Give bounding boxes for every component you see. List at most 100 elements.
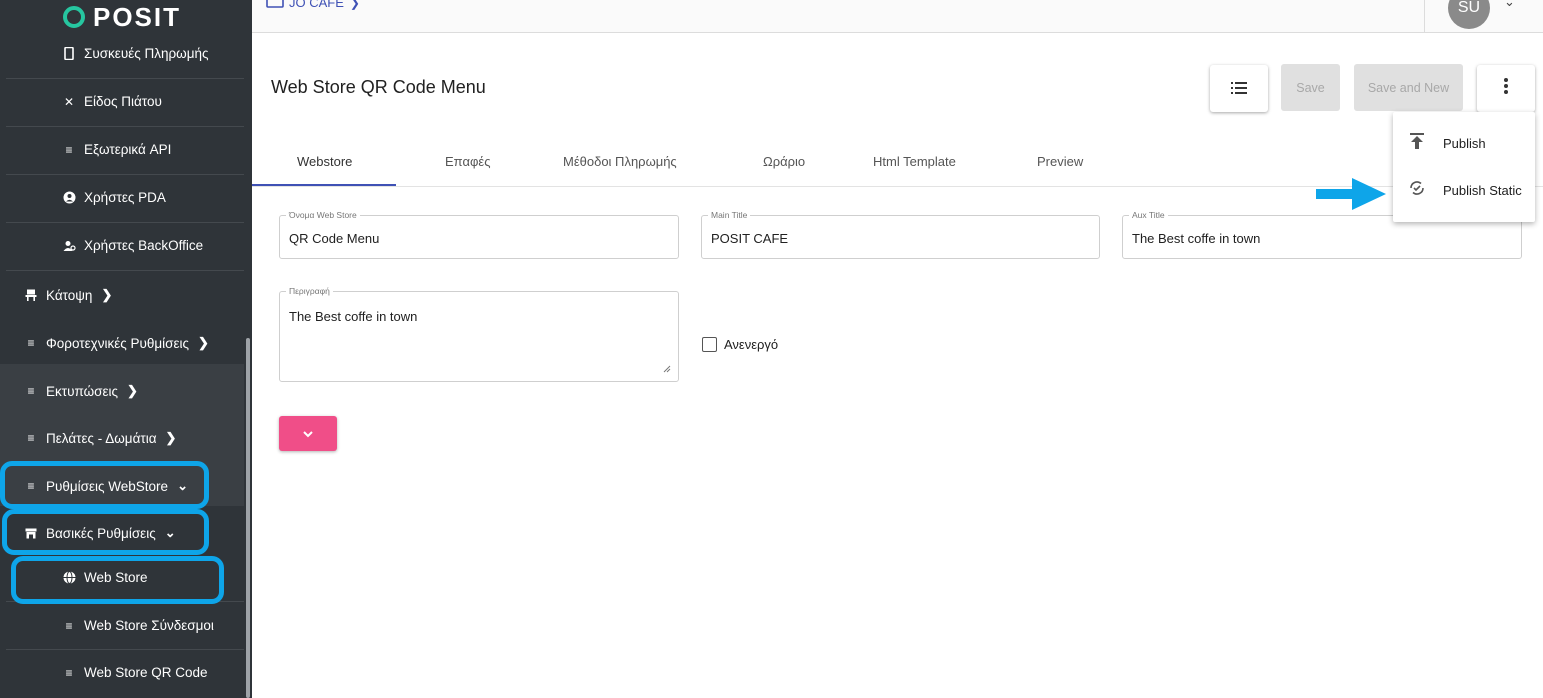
description-field[interactable]: Περιγραφή The Best coffe in town bbox=[279, 286, 679, 382]
sync-icon bbox=[1408, 179, 1426, 201]
sidebar-divider bbox=[6, 126, 244, 127]
sidebar-item-label: Χρήστες PDA bbox=[84, 190, 166, 205]
sidebar-item-label: Web Store bbox=[84, 570, 148, 585]
chevron-down-icon: ❯ bbox=[349, 0, 360, 10]
sidebar-item-payment-devices[interactable]: Συσκευές Πληρωμής bbox=[62, 46, 209, 61]
menu-item-label: Publish bbox=[1443, 135, 1486, 151]
list-icon: ≡ bbox=[27, 431, 35, 445]
sidebar-item-label: Είδος Πιάτου bbox=[84, 94, 162, 109]
sidebar-item-web-store-qr-code[interactable]: ≡ Web Store QR Code bbox=[62, 665, 208, 680]
sidebar-item-label: Ρυθμίσεις WebStore bbox=[46, 478, 169, 494]
store-icon bbox=[24, 526, 38, 540]
list-icon: ≡ bbox=[27, 336, 35, 350]
sidebar-divider bbox=[6, 174, 244, 175]
field-value: QR Code Menu bbox=[289, 231, 380, 246]
save-and-new-button[interactable]: Save and New bbox=[1354, 64, 1463, 111]
user-circle-icon bbox=[62, 191, 76, 205]
field-value: The Best coffe in town bbox=[1132, 231, 1261, 246]
sidebar-divider bbox=[6, 601, 244, 602]
sidebar-item-label: Φοροτεχνικές Ρυθμίσεις bbox=[46, 335, 190, 351]
list-icon bbox=[1231, 78, 1247, 99]
chevron-down-icon bbox=[303, 426, 313, 441]
globe-icon bbox=[62, 571, 76, 585]
field-value: POSIT CAFE bbox=[711, 231, 789, 246]
sidebar-item-printing[interactable]: ≡ Εκτυπώσεις ❯ bbox=[24, 383, 137, 399]
arrow-annotation-icon bbox=[1316, 178, 1386, 210]
menu-item-label: Publish Static bbox=[1443, 182, 1522, 198]
topbar-divider bbox=[1424, 0, 1425, 33]
tab-contacts[interactable]: Επαφές bbox=[445, 154, 490, 169]
sidebar-item-label: Εκτυπώσεις bbox=[46, 383, 118, 399]
sidebar-item-dish-type[interactable]: ✕ Είδος Πιάτου bbox=[62, 94, 162, 109]
more-options-menu: Publish Publish Static bbox=[1393, 112, 1535, 222]
sidebar-item-pda-users[interactable]: Χρήστες PDA bbox=[62, 190, 166, 205]
sidebar-item-tax-settings[interactable]: ≡ Φοροτεχνικές Ρυθμίσεις ❯ bbox=[24, 335, 208, 351]
avatar-initials: SU bbox=[1457, 0, 1481, 16]
inactive-label: Ανενεργό bbox=[724, 337, 779, 352]
sidebar-item-label: Web Store QR Code bbox=[84, 665, 208, 680]
chevron-right-icon: ❯ bbox=[101, 287, 113, 302]
resize-handle-icon[interactable] bbox=[663, 365, 671, 373]
tab-payment-methods[interactable]: Μέθοδοι Πληρωμής bbox=[563, 154, 677, 169]
sidebar-item-webstore-settings[interactable]: ≡ Ρυθμίσεις WebStore ⌄ bbox=[24, 478, 187, 494]
sidebar-item-label: Web Store Σύνδεσμοι bbox=[84, 618, 214, 633]
main-title-field[interactable]: Main Title POSIT CAFE bbox=[701, 210, 1100, 259]
sidebar-item-label: Χρήστες BackOffice bbox=[84, 238, 204, 253]
sidebar-item-label: Βασικές Ρυθμίσεις bbox=[46, 525, 156, 541]
sidebar-divider bbox=[6, 78, 244, 79]
list-icon: ≡ bbox=[27, 384, 35, 398]
sidebar-item-label: Κάτοψη bbox=[46, 287, 93, 303]
sidebar-item-customers-rooms[interactable]: ≡ Πελάτες - Δωμάτια ❯ bbox=[24, 430, 176, 446]
menu-item-publish-static[interactable]: Publish Static bbox=[1393, 170, 1535, 210]
sidebar-item-web-store-links[interactable]: ≡ Web Store Σύνδεσμοι bbox=[62, 618, 214, 633]
sidebar-divider bbox=[6, 649, 244, 650]
sidebar-divider bbox=[6, 270, 244, 271]
list-icon: ≡ bbox=[65, 142, 73, 157]
list-icon: ≡ bbox=[27, 479, 35, 493]
inactive-checkbox[interactable] bbox=[702, 337, 717, 352]
list-icon: ≡ bbox=[65, 618, 73, 633]
inactive-checkbox-row[interactable]: Ανενεργό bbox=[702, 337, 778, 352]
sidebar-divider bbox=[6, 222, 244, 223]
chair-icon bbox=[24, 288, 38, 302]
sidebar-item-label: Εξωτερικά API bbox=[84, 142, 172, 157]
sidebar-item-basic-settings[interactable]: Βασικές Ρυθμίσεις ⌄ bbox=[24, 525, 176, 541]
sidebar-item-backoffice-users[interactable]: Χρήστες BackOffice bbox=[62, 238, 203, 253]
sidebar-item-external-api[interactable]: ≡ Εξωτερικά API bbox=[62, 142, 171, 157]
active-tab-indicator bbox=[252, 184, 396, 186]
sidebar-item-label: Πελάτες - Δωμάτια bbox=[46, 430, 157, 446]
store-name: JO CAFE bbox=[289, 0, 344, 10]
sidebar-item-label: Συσκευές Πληρωμής bbox=[84, 46, 209, 61]
list-view-button[interactable] bbox=[1210, 65, 1268, 112]
field-label: Περιγραφή bbox=[286, 286, 333, 296]
sidebar-item-floor-plan[interactable]: Κάτοψη ❯ bbox=[24, 287, 112, 303]
page-title: Web Store QR Code Menu bbox=[271, 77, 486, 97]
menu-item-publish[interactable]: Publish bbox=[1393, 123, 1535, 163]
list-icon: ≡ bbox=[65, 665, 73, 680]
phone-icon bbox=[62, 47, 76, 61]
utensils-icon: ✕ bbox=[63, 94, 75, 109]
top-bar: JO CAFE ❯ SU ⌄ bbox=[252, 0, 1543, 33]
store-icon bbox=[266, 0, 284, 11]
sidebar-scrollbar[interactable] bbox=[244, 0, 252, 698]
tab-html-template[interactable]: Html Template bbox=[873, 154, 956, 169]
expand-button[interactable] bbox=[279, 416, 337, 451]
tab-webstore[interactable]: Webstore bbox=[297, 154, 352, 169]
field-label: Όνομα Web Store bbox=[286, 210, 360, 220]
posit-logo: POSIT bbox=[0, 0, 244, 30]
store-selector[interactable]: JO CAFE ❯ bbox=[266, 0, 360, 11]
chevron-right-icon: ❯ bbox=[165, 430, 177, 445]
tab-preview[interactable]: Preview bbox=[1037, 154, 1083, 169]
sidebar-item-web-store[interactable]: Web Store bbox=[62, 570, 148, 585]
field-value: The Best coffe in town bbox=[289, 309, 418, 324]
avatar[interactable]: SU bbox=[1448, 0, 1490, 29]
tab-schedule[interactable]: Ωράριο bbox=[763, 154, 805, 169]
field-label: Main Title bbox=[708, 210, 751, 220]
chevron-down-icon[interactable]: ⌄ bbox=[1504, 0, 1515, 10]
more-options-button[interactable] bbox=[1477, 65, 1535, 112]
save-button[interactable]: Save bbox=[1281, 64, 1340, 111]
field-label: Aux Title bbox=[1129, 210, 1168, 220]
webstore-name-field[interactable]: Όνομα Web Store QR Code Menu bbox=[279, 210, 679, 259]
upload-icon bbox=[1408, 133, 1426, 153]
scrollbar-thumb[interactable] bbox=[246, 338, 250, 698]
